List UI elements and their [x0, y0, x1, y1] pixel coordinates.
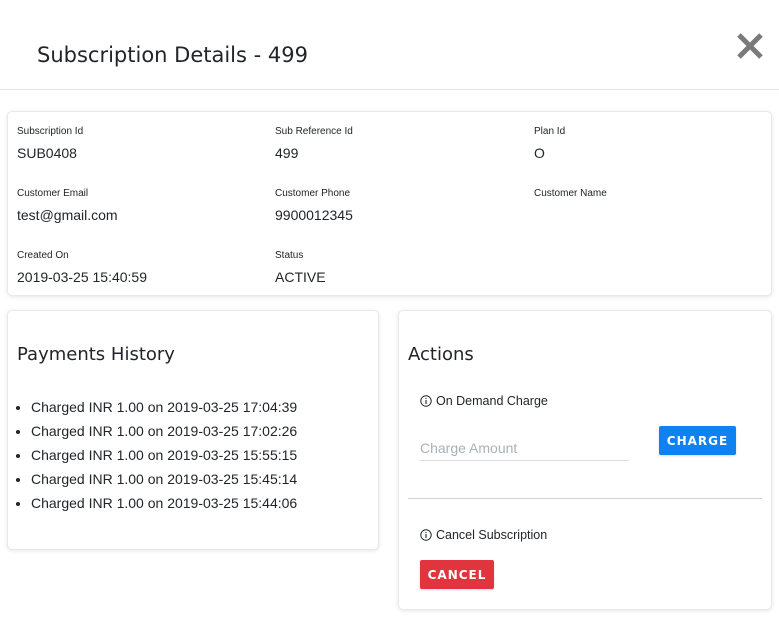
list-item: Charged INR 1.00 on 2019-03-25 17:04:39	[31, 395, 297, 419]
cancel-subscription-label: Cancel Subscription	[420, 528, 547, 542]
subscription-details-card: Subscription Id SUB0408 Sub Reference Id…	[7, 111, 772, 296]
divider	[408, 498, 762, 499]
plan-id-value: O	[534, 145, 545, 161]
customer-phone-value: 9900012345	[275, 207, 353, 223]
list-item: Charged INR 1.00 on 2019-03-25 17:02:26	[31, 419, 297, 443]
info-icon	[420, 395, 432, 407]
list-item: Charged INR 1.00 on 2019-03-25 15:55:15	[31, 443, 297, 467]
actions-heading: Actions	[408, 344, 474, 365]
charge-amount-input[interactable]	[420, 435, 629, 461]
actions-card: Actions On Demand Charge CHARGE Cancel S…	[398, 310, 772, 610]
info-icon	[420, 529, 432, 541]
subscription-id-value: SUB0408	[17, 145, 77, 161]
close-button[interactable]	[734, 30, 766, 62]
sub-reference-id-label: Sub Reference Id	[275, 126, 353, 137]
customer-email-label: Customer Email	[17, 188, 89, 199]
created-on-label: Created On	[17, 250, 69, 261]
cancel-button[interactable]: CANCEL	[420, 560, 494, 589]
on-demand-charge-label: On Demand Charge	[420, 394, 548, 408]
status-label: Status	[275, 250, 304, 261]
plan-id-label: Plan Id	[534, 126, 566, 137]
modal-title: Subscription Details - 499	[37, 43, 308, 67]
status-value: ACTIVE	[275, 269, 326, 285]
list-item: Charged INR 1.00 on 2019-03-25 15:45:14	[31, 467, 297, 491]
list-item: Charged INR 1.00 on 2019-03-25 15:44:06	[31, 491, 297, 515]
modal-header: Subscription Details - 499	[0, 0, 779, 90]
customer-email-value: test@gmail.com	[17, 207, 118, 223]
payments-history-heading: Payments History	[17, 344, 175, 365]
payments-history-card: Payments History Charged INR 1.00 on 201…	[7, 310, 379, 550]
sub-reference-id-value: 499	[275, 145, 299, 161]
payments-history-list: Charged INR 1.00 on 2019-03-25 17:04:39 …	[18, 395, 297, 515]
customer-name-label: Customer Name	[534, 188, 607, 199]
close-icon	[737, 33, 763, 59]
customer-phone-label: Customer Phone	[275, 188, 351, 199]
on-demand-charge-text: On Demand Charge	[436, 394, 548, 408]
created-on-value: 2019-03-25 15:40:59	[17, 269, 147, 285]
subscription-id-label: Subscription Id	[17, 126, 84, 137]
charge-button[interactable]: CHARGE	[659, 426, 736, 455]
cancel-subscription-text: Cancel Subscription	[436, 528, 548, 542]
